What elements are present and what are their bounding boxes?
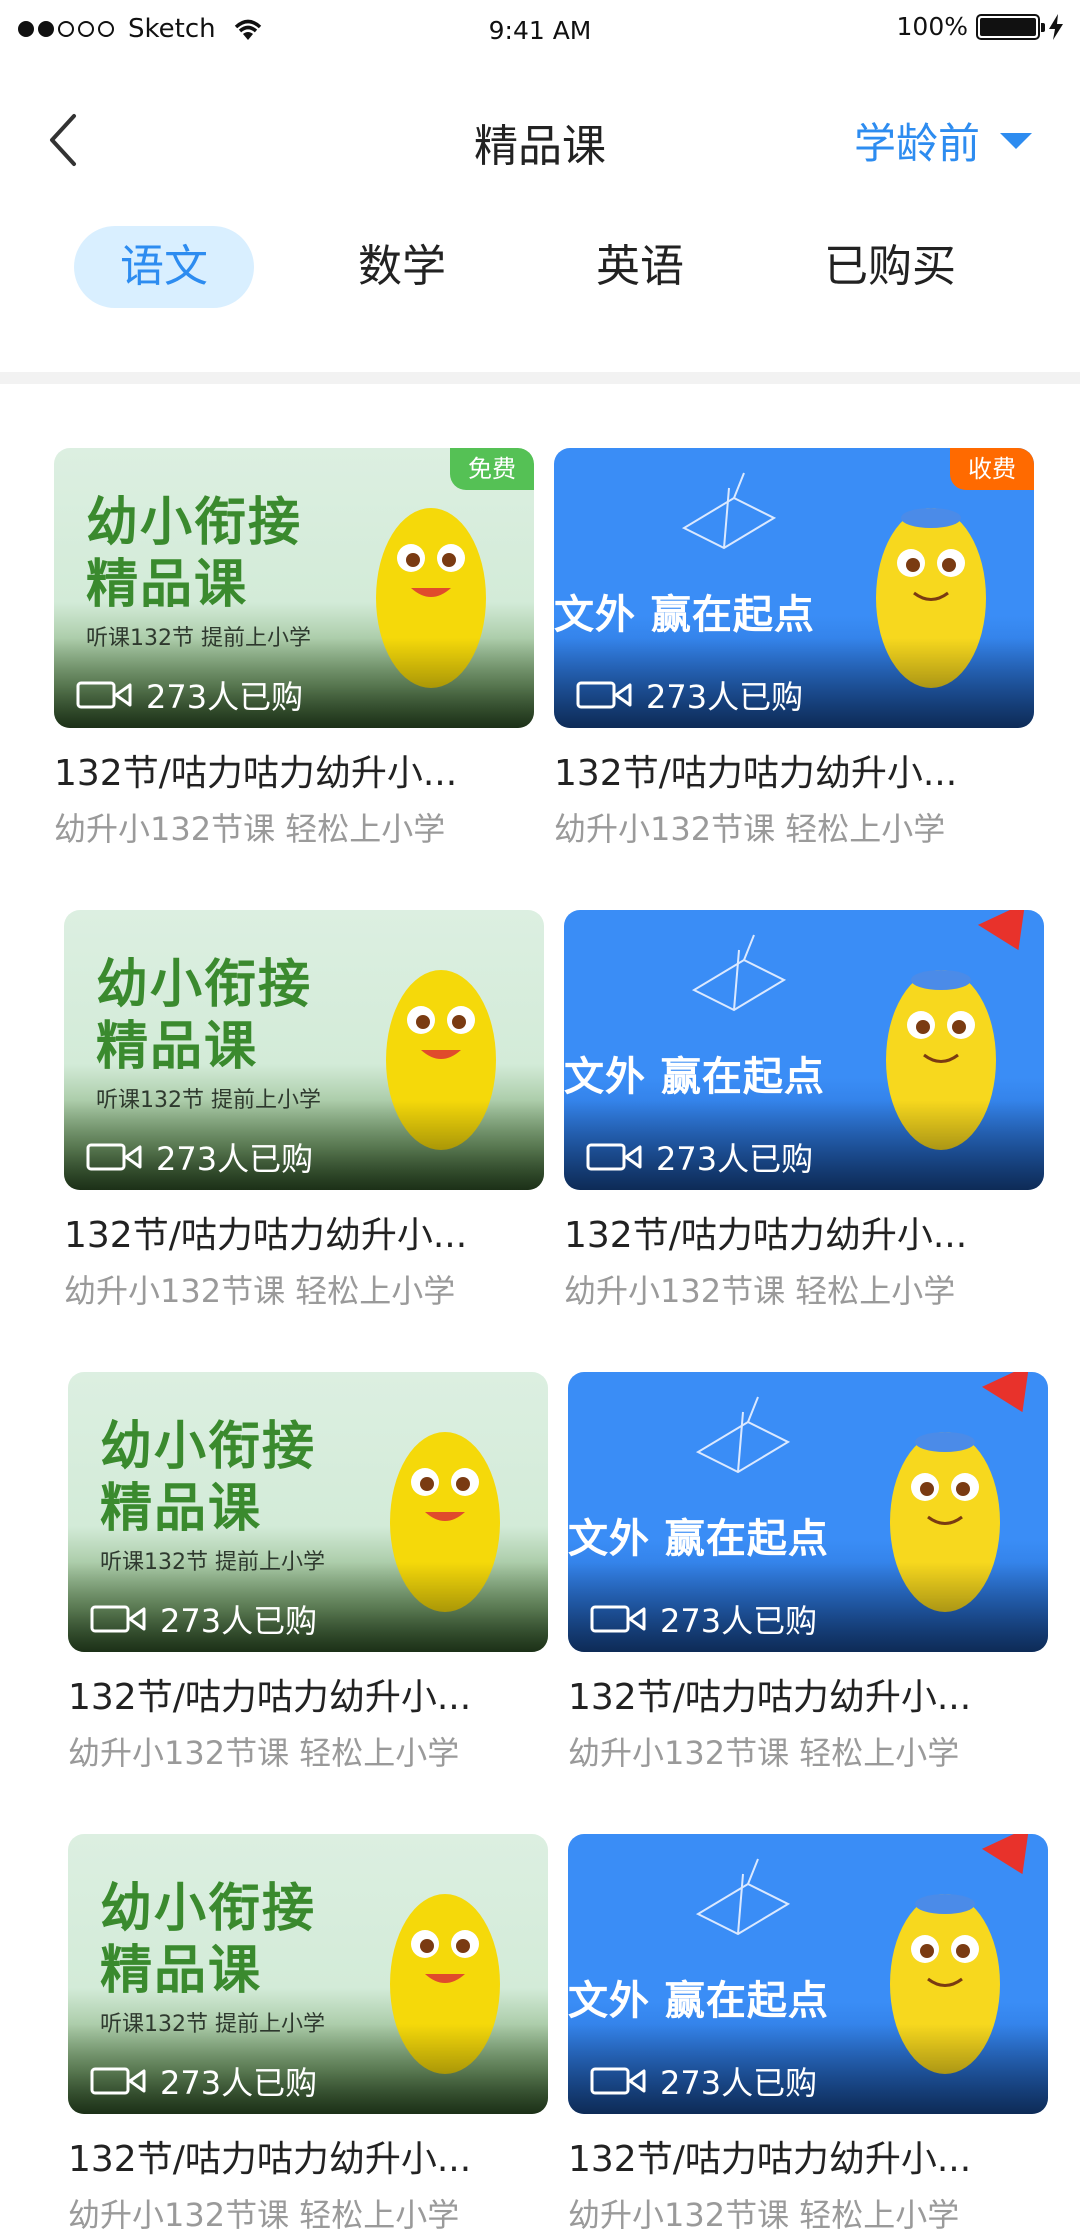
course-subtitle: 幼升小132节课 轻松上小学: [554, 810, 946, 848]
course-thumbnail: 文外 赢在起点 273人已购: [564, 910, 1044, 1190]
back-button[interactable]: [40, 110, 90, 170]
video-camera-icon: [590, 1605, 646, 1633]
course-title: 132节/咕力咕力幼升小...: [568, 2139, 972, 2180]
buyers-count: 273人已购: [90, 2058, 317, 2104]
course-subtitle: 幼升小132节课 轻松上小学: [54, 810, 446, 848]
course-thumbnail: 幼小衔接精品课 听课132节 提前上小学 273人已购: [68, 1372, 548, 1652]
banner-headline: 幼小衔接 精品课: [86, 493, 303, 615]
course-title: 132节/咕力咕力幼升小...: [564, 1215, 968, 1256]
banner-headline: 文外 赢在起点: [564, 1054, 825, 1100]
video-camera-icon: [86, 1143, 142, 1171]
course-thumbnail: 文外 赢在起点 收费 273人已购: [554, 448, 1034, 728]
course-title: 132节/咕力咕力幼升小...: [54, 753, 458, 794]
buyers-count: 273人已购: [76, 672, 303, 718]
course-card[interactable]: 文外 赢在起点 收费 273人已购 132节/咕力咕力幼升小... 幼升小132…: [554, 448, 1034, 850]
course-title: 132节/咕力咕力幼升小...: [554, 753, 958, 794]
video-camera-icon: [90, 2067, 146, 2095]
course-card[interactable]: 文外 赢在起点 273人已购 132节/咕力咕力幼升小... 幼升小132节课 …: [568, 1372, 1048, 1774]
battery-group: 100%: [897, 12, 1064, 41]
video-camera-icon: [90, 1605, 146, 1633]
battery-icon: [976, 13, 1045, 40]
free-badge: 免费: [450, 448, 534, 490]
course-title: 132节/咕力咕力幼升小...: [568, 1677, 972, 1718]
course-subtitle: 幼升小132节课 轻松上小学: [568, 2196, 960, 2234]
banner-headline: 文外 赢在起点: [568, 1978, 829, 2024]
caret-down-icon: [1000, 132, 1032, 149]
tab-math[interactable]: 数学: [332, 226, 472, 308]
course-card[interactable]: 幼小衔接精品课 听课132节 提前上小学 免费 273人已购 132节/咕力咕力…: [54, 448, 534, 850]
buyers-count: 273人已购: [576, 672, 803, 718]
course-card[interactable]: 文外 赢在起点 273人已购 132节/咕力咕力幼升小... 幼升小132节课 …: [568, 1834, 1048, 2236]
tab-english[interactable]: 英语: [570, 226, 710, 308]
course-card[interactable]: 幼小衔接精品课 听课132节 提前上小学 273人已购 132节/咕力咕力幼升小…: [64, 910, 544, 1312]
paid-badge: 收费: [950, 448, 1034, 490]
tab-purchased[interactable]: 已购买: [800, 226, 980, 308]
buyers-count: 273人已购: [590, 2058, 817, 2104]
banner-headline: 幼小衔接 精品课: [96, 955, 313, 1077]
banner-headline: 文外 赢在起点: [568, 1516, 829, 1562]
grade-dropdown[interactable]: 学龄前: [854, 110, 1032, 171]
buyers-count: 273人已购: [90, 1596, 317, 1642]
banner-headline: 幼小衔接 精品课: [100, 1417, 317, 1539]
video-camera-icon: [590, 2067, 646, 2095]
video-camera-icon: [576, 681, 632, 709]
course-subtitle: 幼升小132节课 轻松上小学: [68, 1734, 460, 1772]
course-subtitle: 幼升小132节课 轻松上小学: [568, 1734, 960, 1772]
course-thumbnail: 幼小衔接精品课 听课132节 提前上小学 273人已购: [64, 910, 544, 1190]
section-divider: [0, 372, 1080, 384]
course-thumbnail: 文外 赢在起点 273人已购: [568, 1834, 1048, 2114]
course-subtitle: 幼升小132节课 轻松上小学: [64, 1272, 456, 1310]
banner-headline: 幼小衔接 精品课: [100, 1879, 317, 2001]
tab-chinese[interactable]: 语文: [74, 226, 254, 308]
status-bar: Sketch 9:41 AM 100%: [0, 0, 1080, 62]
course-title: 132节/咕力咕力幼升小...: [68, 2139, 472, 2180]
video-camera-icon: [586, 1143, 642, 1171]
course-card[interactable]: 幼小衔接精品课 听课132节 提前上小学 273人已购 132节/咕力咕力幼升小…: [68, 1372, 548, 1774]
buyers-count: 273人已购: [86, 1134, 313, 1180]
nav-header: 精品课 学龄前: [0, 62, 1080, 212]
video-camera-icon: [76, 681, 132, 709]
battery-percent: 100%: [896, 12, 968, 41]
course-thumbnail: 幼小衔接精品课 听课132节 提前上小学 免费 273人已购: [54, 448, 534, 728]
course-thumbnail: 幼小衔接精品课 听课132节 提前上小学 273人已购: [68, 1834, 548, 2114]
book-doodle-icon: [691, 934, 787, 1012]
course-title: 132节/咕力咕力幼升小...: [68, 1677, 472, 1718]
subject-tabs: 语文 数学 英语 已购买: [0, 226, 1080, 316]
book-doodle-icon: [681, 472, 777, 550]
course-card[interactable]: 幼小衔接精品课 听课132节 提前上小学 273人已购 132节/咕力咕力幼升小…: [68, 1834, 548, 2236]
grade-dropdown-label: 学龄前: [853, 119, 980, 168]
buyers-count: 273人已购: [590, 1596, 817, 1642]
book-doodle-icon: [695, 1396, 791, 1474]
course-subtitle: 幼升小132节课 轻松上小学: [564, 1272, 956, 1310]
book-doodle-icon: [695, 1858, 791, 1936]
charging-bolt-icon: [1049, 13, 1063, 40]
course-title: 132节/咕力咕力幼升小...: [64, 1215, 468, 1256]
course-card[interactable]: 文外 赢在起点 273人已购 132节/咕力咕力幼升小... 幼升小132节课 …: [564, 910, 1044, 1312]
buyers-count: 273人已购: [586, 1134, 813, 1180]
banner-headline: 文外 赢在起点: [554, 592, 815, 638]
course-subtitle: 幼升小132节课 轻松上小学: [68, 2196, 460, 2234]
course-thumbnail: 文外 赢在起点 273人已购: [568, 1372, 1048, 1652]
